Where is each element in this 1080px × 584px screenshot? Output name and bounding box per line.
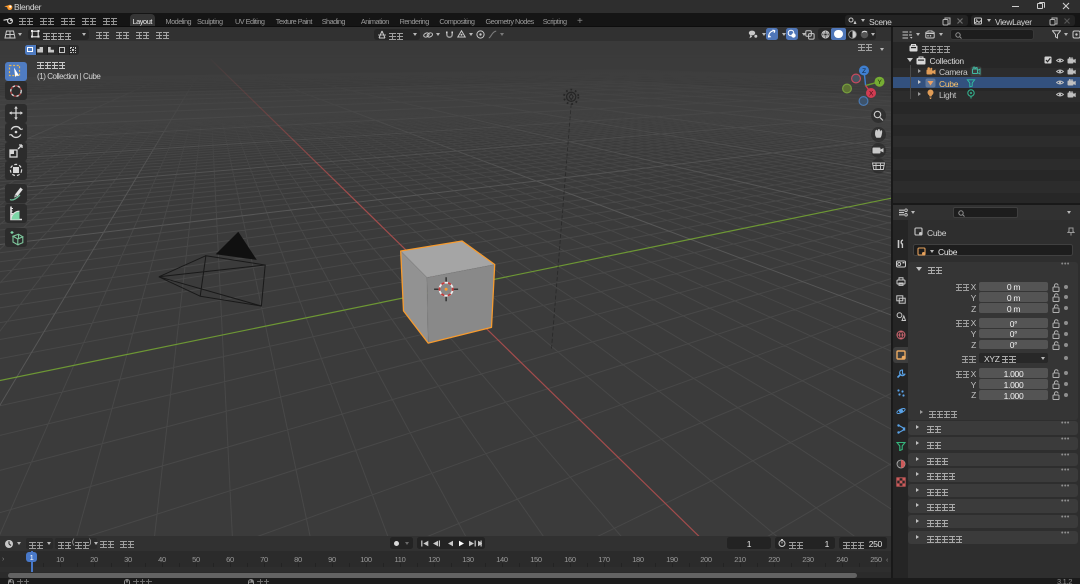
svg-text:Z: Z bbox=[862, 68, 866, 75]
